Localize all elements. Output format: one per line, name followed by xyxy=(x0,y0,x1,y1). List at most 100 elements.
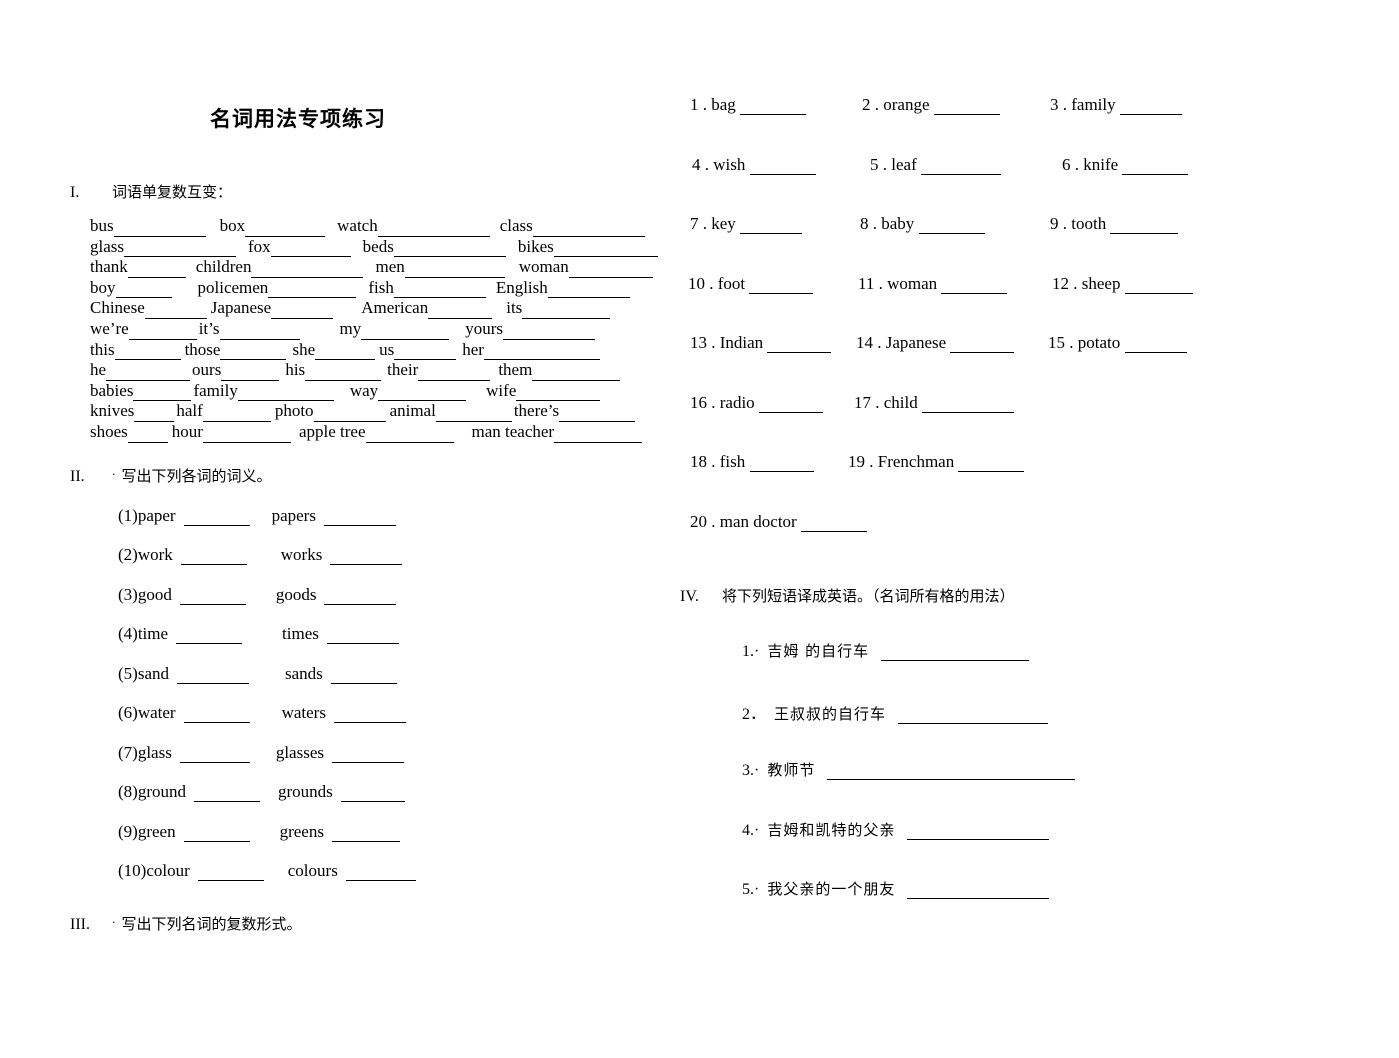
word-label: shoes xyxy=(90,421,128,441)
answer-blank[interactable] xyxy=(313,406,386,422)
answer-blank[interactable] xyxy=(516,385,601,402)
answer-blank[interactable] xyxy=(324,589,397,605)
answer-blank[interactable] xyxy=(1119,99,1182,115)
answer-blank[interactable] xyxy=(522,303,611,319)
answer-blank[interactable] xyxy=(435,406,512,422)
answer-blank[interactable] xyxy=(767,337,832,353)
translation-row: 2． 王叔叔的自行车 xyxy=(742,700,1075,760)
answer-blank[interactable] xyxy=(106,365,191,381)
answer-blank[interactable] xyxy=(941,278,1008,294)
answer-blank[interactable] xyxy=(237,385,334,402)
answer-blank[interactable] xyxy=(134,406,175,422)
answer-blank[interactable] xyxy=(176,628,243,645)
answer-blank[interactable] xyxy=(305,365,382,381)
answer-blank[interactable] xyxy=(958,456,1025,472)
answer-blank[interactable] xyxy=(827,764,1076,780)
answer-blank[interactable] xyxy=(114,344,181,361)
answer-blank[interactable] xyxy=(922,397,1014,413)
answer-blank[interactable] xyxy=(950,337,1015,353)
answer-blank[interactable] xyxy=(532,365,621,381)
answer-blank[interactable] xyxy=(749,278,814,294)
answer-blank[interactable] xyxy=(326,628,399,645)
answer-blank[interactable] xyxy=(898,708,1049,724)
answer-blank[interactable] xyxy=(179,589,246,605)
item-label: 15 . potato xyxy=(1048,333,1125,352)
answer-blank[interactable] xyxy=(881,645,1030,661)
answer-blank[interactable] xyxy=(251,262,364,278)
answer-blank[interactable] xyxy=(800,516,867,532)
answer-blank[interactable] xyxy=(219,324,300,340)
answer-blank[interactable] xyxy=(1110,218,1179,234)
answer-blank[interactable] xyxy=(333,707,406,724)
answer-blank[interactable] xyxy=(115,282,172,299)
answer-blank[interactable] xyxy=(127,427,168,443)
answer-blank[interactable] xyxy=(1124,278,1193,294)
answer-blank[interactable] xyxy=(1122,159,1189,175)
answer-blank[interactable] xyxy=(193,786,260,803)
answer-blank[interactable] xyxy=(202,427,291,443)
answer-blank[interactable] xyxy=(547,282,630,299)
answer-blank[interactable] xyxy=(345,865,416,882)
answer-blank[interactable] xyxy=(749,159,816,175)
word-label: ours xyxy=(192,360,222,380)
answer-blank[interactable] xyxy=(183,826,250,842)
answer-blank[interactable] xyxy=(933,99,1000,115)
answer-blank[interactable] xyxy=(377,221,490,237)
answer-blank[interactable] xyxy=(127,262,186,278)
answer-blank[interactable] xyxy=(202,406,271,422)
answer-blank[interactable] xyxy=(340,786,405,803)
answer-blank[interactable] xyxy=(740,218,803,234)
answer-blank[interactable] xyxy=(428,303,493,319)
answer-blank[interactable] xyxy=(749,456,814,472)
answer-blank[interactable] xyxy=(559,406,636,422)
answer-blank[interactable] xyxy=(330,549,403,566)
answer-blank[interactable] xyxy=(128,324,197,340)
answer-blank[interactable] xyxy=(221,365,280,381)
answer-blank[interactable] xyxy=(124,241,236,258)
answer-blank[interactable] xyxy=(332,747,404,763)
answer-blank[interactable] xyxy=(315,344,376,361)
answer-blank[interactable] xyxy=(554,427,643,443)
answer-blank[interactable] xyxy=(920,159,1001,175)
word-row: he ours his their them xyxy=(90,360,700,381)
answer-blank[interactable] xyxy=(483,344,600,361)
answer-blank[interactable] xyxy=(330,668,397,684)
answer-blank[interactable] xyxy=(331,826,400,842)
answer-blank[interactable] xyxy=(179,747,250,763)
answer-blank[interactable] xyxy=(220,344,287,361)
section-two-number: II. xyxy=(70,467,85,485)
answer-blank[interactable] xyxy=(394,344,457,361)
answer-blank[interactable] xyxy=(268,282,357,299)
answer-blank[interactable] xyxy=(1124,337,1187,353)
answer-blank[interactable] xyxy=(418,365,491,381)
answer-blank[interactable] xyxy=(323,510,396,526)
answer-blank[interactable] xyxy=(270,241,351,258)
answer-blank[interactable] xyxy=(907,824,1050,840)
answer-blank[interactable] xyxy=(144,303,207,319)
answer-blank[interactable] xyxy=(183,510,250,526)
answer-blank[interactable] xyxy=(758,397,823,413)
answer-blank[interactable] xyxy=(245,221,326,237)
answer-blank[interactable] xyxy=(918,218,985,234)
answer-blank[interactable] xyxy=(176,668,249,684)
answer-blank[interactable] xyxy=(532,221,645,237)
answer-blank[interactable] xyxy=(740,99,807,115)
answer-blank[interactable] xyxy=(378,385,467,402)
answer-blank[interactable] xyxy=(393,241,506,258)
answer-blank[interactable] xyxy=(197,865,264,882)
answer-blank[interactable] xyxy=(361,324,450,340)
answer-blank[interactable] xyxy=(113,221,206,237)
answer-blank[interactable] xyxy=(133,385,192,402)
answer-blank[interactable] xyxy=(180,549,247,566)
answer-blank[interactable] xyxy=(393,282,486,299)
answer-blank[interactable] xyxy=(365,427,454,443)
answer-blank[interactable] xyxy=(503,324,596,340)
answer-blank[interactable] xyxy=(404,262,505,278)
answer-blank[interactable] xyxy=(568,262,653,278)
answer-blank[interactable] xyxy=(907,883,1050,899)
answer-blank[interactable] xyxy=(553,241,658,258)
answer-blank[interactable] xyxy=(183,707,250,724)
answer-blank[interactable] xyxy=(271,303,334,319)
section-one-number: I. xyxy=(70,184,80,201)
singular-label: (8)ground xyxy=(118,782,186,802)
